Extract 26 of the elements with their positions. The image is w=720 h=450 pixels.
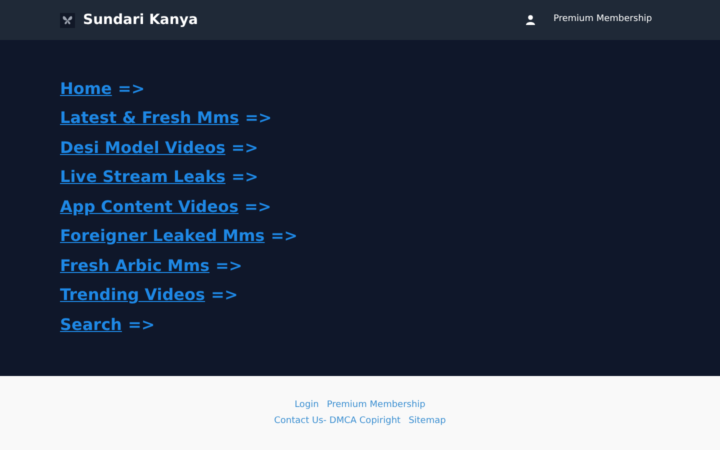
menu-link[interactable]: Desi Model Videos	[60, 136, 226, 160]
butterfly-icon	[60, 12, 75, 28]
footer-link[interactable]: Sitemap	[408, 414, 446, 428]
menu-link[interactable]: Fresh Arbic Mms	[60, 254, 210, 278]
footer-link[interactable]: Login	[294, 399, 319, 412]
arrow-text: =>	[231, 136, 258, 158]
arrow-text: =>	[244, 196, 272, 218]
menu-link[interactable]: Trending Videos	[60, 283, 206, 307]
arrow-text: =>	[118, 78, 145, 100]
menu-link[interactable]: Home	[60, 76, 112, 100]
arrow-text: =>	[270, 225, 298, 247]
footer-link[interactable]: Contact Us- DMCA Copiright	[274, 414, 401, 428]
user-icon[interactable]	[526, 15, 536, 25]
arrow-text: =>	[232, 166, 258, 188]
arrow-text: =>	[211, 284, 238, 306]
menu-link[interactable]: Live Stream Leaks	[60, 165, 226, 189]
footer-link[interactable]: Premium Membership	[326, 399, 426, 412]
menu-link[interactable]: Foreigner Leaked Mms	[60, 224, 265, 248]
menu-link[interactable]: Latest & Fresh Mms	[60, 106, 240, 130]
arrow-text: =>	[216, 254, 242, 276]
menu-link[interactable]: Search	[60, 312, 122, 336]
menu-link[interactable]: App Content Videos	[60, 194, 238, 218]
arrow-text: =>	[245, 107, 272, 129]
site-title[interactable]: Sundari Kanya	[83, 10, 198, 30]
arrow-text: =>	[128, 314, 155, 336]
premium-membership-link[interactable]: Premium Membership	[553, 13, 652, 27]
